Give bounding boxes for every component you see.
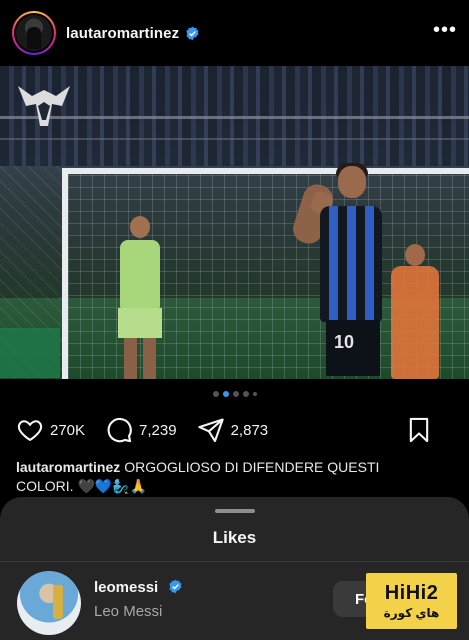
player-shirt: [320, 206, 382, 322]
hihi2-watermark: HiHi2 هاي كورة: [366, 573, 457, 629]
opponent-head: [130, 216, 150, 238]
sheet-drag-handle[interactable]: [215, 509, 255, 513]
heart-icon: [17, 420, 43, 442]
watermark-sub-text: هاي كورة: [383, 606, 440, 620]
carousel-dot: [242, 391, 249, 397]
save-button[interactable]: [405, 416, 433, 444]
share-icon: [197, 418, 224, 443]
more-options-icon[interactable]: •••: [433, 20, 457, 46]
stadium-rail-lower: [0, 138, 469, 140]
post-username[interactable]: lautaromartinez: [66, 25, 179, 42]
avatar-image: [16, 15, 52, 51]
player-head: [338, 166, 366, 198]
profile-avatar[interactable]: [12, 11, 56, 55]
main-player: 10: [289, 163, 392, 379]
post-header: lautaromartinez •••: [0, 0, 469, 66]
carousel-dot-active: [222, 391, 229, 397]
jersey-number: 10: [334, 332, 355, 352]
opponent-player: [112, 216, 168, 379]
like-count[interactable]: 270K: [50, 422, 85, 439]
sheet-divider: [0, 561, 469, 562]
opponent-shirt: [120, 240, 160, 310]
post-caption: lautaromartinez ORGOGLIOSO DI DIFENDERE Q…: [16, 458, 436, 496]
verified-badge-icon: [169, 579, 183, 594]
liker-username-text: leomessi: [94, 579, 159, 596]
carousel-dot: [232, 391, 239, 397]
watermark-logo-text: HiHi2: [384, 582, 439, 604]
liker-username[interactable]: leomessi: [94, 579, 183, 596]
goalkeeper: [385, 244, 445, 379]
comment-count[interactable]: 7,239: [139, 422, 177, 439]
ad-board: [0, 328, 60, 378]
like-button[interactable]: 270K: [16, 416, 85, 444]
goalkeeper-kit: [391, 266, 439, 379]
sheet-title: Likes: [212, 528, 257, 547]
share-button[interactable]: 2,873: [197, 416, 269, 444]
lm-logo-icon: [18, 86, 70, 126]
goalkeeper-head: [405, 244, 425, 266]
carousel-indicator: [0, 391, 469, 397]
avatar[interactable]: [17, 571, 81, 635]
verified-badge-icon: [186, 26, 199, 40]
liker-full-name: Leo Messi: [94, 603, 163, 620]
opponent-legs: [124, 338, 156, 379]
carousel-dot: [212, 391, 219, 397]
post-actions: 270K 7,239 2,873: [0, 412, 469, 448]
post-photo[interactable]: 10: [0, 66, 469, 379]
comment-button[interactable]: 7,239: [105, 416, 177, 444]
opponent-shorts: [118, 308, 162, 338]
comment-icon: [107, 417, 132, 443]
caption-username[interactable]: lautaromartinez: [16, 459, 120, 475]
stadium-rail: [0, 116, 469, 119]
carousel-dot: [252, 392, 257, 396]
share-count[interactable]: 2,873: [231, 422, 269, 439]
avatar-border: [14, 13, 54, 53]
bookmark-icon: [409, 417, 429, 443]
